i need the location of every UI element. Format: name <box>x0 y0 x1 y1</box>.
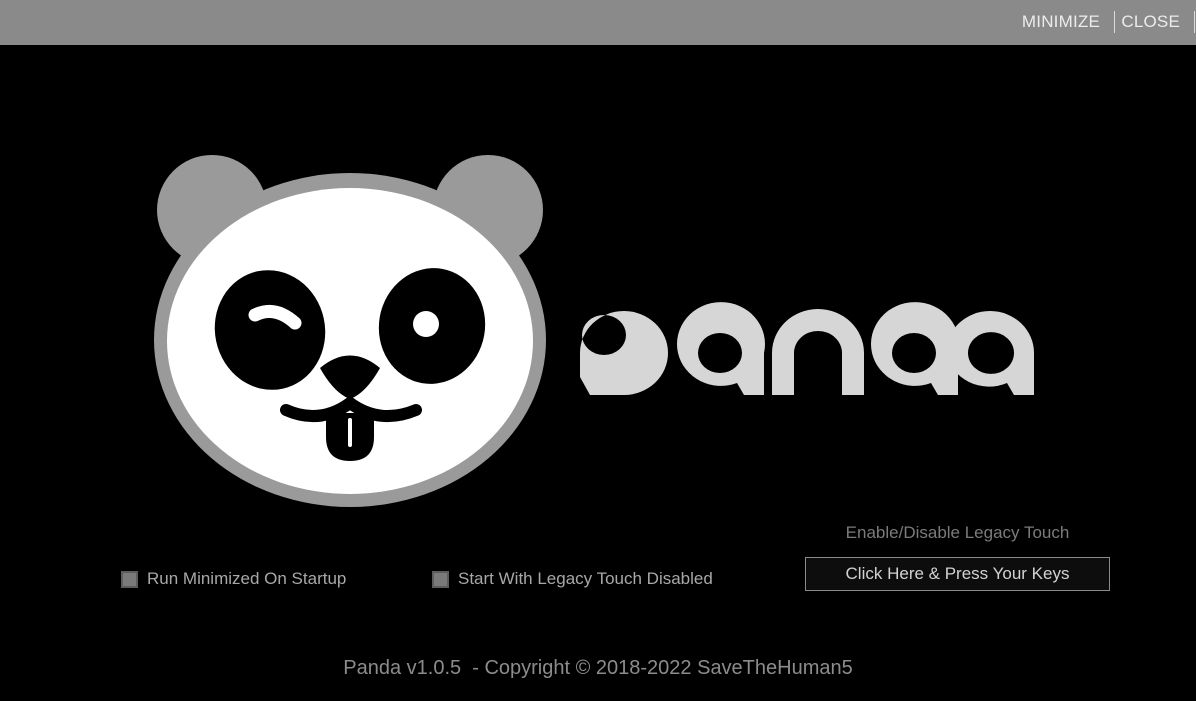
checkbox-box[interactable] <box>121 570 138 588</box>
checkbox-box[interactable] <box>432 570 449 588</box>
app-window: MINIMIZE CLOSE Run Minimized On Startup … <box>0 0 1196 701</box>
title-separator <box>1114 11 1115 33</box>
panda-wordmark <box>580 302 1034 395</box>
run-minimized-label: Run Minimized On Startup <box>147 569 347 588</box>
copyright-footer: Panda v1.0.5 - Copyright © 2018-2022 Sav… <box>343 657 853 679</box>
right-eye-pupil <box>413 311 439 337</box>
legacy-touch-disabled-label: Start With Legacy Touch Disabled <box>458 569 713 588</box>
panda-logo <box>154 155 1034 507</box>
title-separator <box>1194 11 1195 33</box>
legacy-touch-disabled-checkbox[interactable]: Start With Legacy Touch Disabled <box>432 569 713 589</box>
title-bar[interactable]: MINIMIZE CLOSE <box>0 0 1196 45</box>
press-keys-button[interactable]: Click Here & Press Your Keys <box>805 557 1110 591</box>
close-button[interactable]: CLOSE <box>1121 12 1180 32</box>
run-minimized-checkbox[interactable]: Run Minimized On Startup <box>121 569 346 589</box>
legacy-touch-title: Enable/Disable Legacy Touch <box>845 523 1070 542</box>
minimize-button[interactable]: MINIMIZE <box>1022 12 1100 32</box>
